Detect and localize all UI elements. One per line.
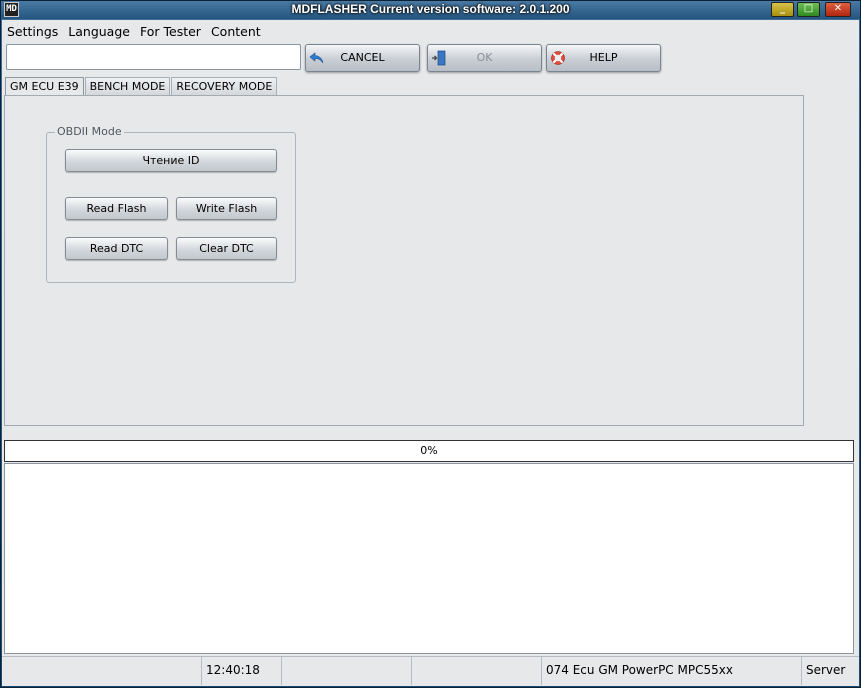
tab-panel-gm-ecu-e39: OBDII Mode Чтение ID Read Flash Write Fl… (4, 95, 804, 426)
status-ecu-type: 074 Ecu GM PowerPC MPC55xx (542, 657, 802, 685)
status-bar: 12:40:18 074 Ecu GM PowerPC MPC55xx Serv… (2, 656, 859, 685)
mode-tabs: GM ECU E39 BENCH MODE RECOVERY MODE (5, 77, 278, 97)
window-title: MDFLASHER Current version software: 2.0.… (291, 2, 570, 16)
help-button[interactable]: HELP (546, 44, 661, 72)
maximize-icon[interactable]: □ (797, 2, 820, 17)
menu-for-tester[interactable]: For Tester (135, 22, 206, 42)
undo-arrow-icon (309, 52, 324, 64)
command-input[interactable] (6, 44, 301, 70)
progress-bar: 0% (4, 440, 854, 462)
menu-settings[interactable]: Settings (2, 22, 63, 42)
status-cell-empty-3 (412, 657, 542, 685)
status-cell-empty-1 (2, 657, 202, 685)
status-time: 12:40:18 (202, 657, 282, 685)
tab-gm-ecu-e39[interactable]: GM ECU E39 (5, 77, 84, 97)
tab-bench-mode[interactable]: BENCH MODE (84, 77, 171, 95)
menu-bar: Settings Language For Tester Content (2, 22, 266, 42)
clear-dtc-button[interactable]: Clear DTC (176, 237, 277, 260)
minimize-icon[interactable]: _ (771, 2, 794, 17)
ok-button-label: OK (476, 51, 493, 64)
obdii-mode-title: OBDII Mode (55, 125, 124, 138)
main-client-area: Settings Language For Tester Content CAN… (2, 20, 859, 686)
help-button-label: HELP (589, 51, 618, 64)
status-cell-empty-2 (282, 657, 412, 685)
status-server: Server (806, 663, 846, 677)
read-dtc-button[interactable]: Read DTC (65, 237, 168, 260)
menu-content[interactable]: Content (206, 22, 266, 42)
close-icon[interactable]: ✕ (825, 2, 851, 17)
exit-door-icon (432, 50, 446, 66)
ok-button[interactable]: OK (427, 44, 542, 72)
read-id-button[interactable]: Чтение ID (65, 149, 277, 172)
log-output[interactable] (4, 463, 854, 654)
menu-language[interactable]: Language (63, 22, 135, 42)
app-window: MD MDFLASHER Current version software: 2… (0, 0, 861, 688)
obdii-mode-group: OBDII Mode Чтение ID Read Flash Write Fl… (46, 125, 296, 283)
cancel-button-label: CANCEL (340, 51, 385, 64)
title-bar[interactable]: MD MDFLASHER Current version software: 2… (1, 1, 860, 19)
lifebuoy-icon (551, 51, 565, 65)
progress-label: 0% (420, 444, 438, 457)
tab-recovery-mode[interactable]: RECOVERY MODE (171, 77, 278, 95)
read-flash-button[interactable]: Read Flash (65, 197, 168, 220)
write-flash-button[interactable]: Write Flash (176, 197, 277, 220)
cancel-button[interactable]: CANCEL (305, 44, 420, 72)
